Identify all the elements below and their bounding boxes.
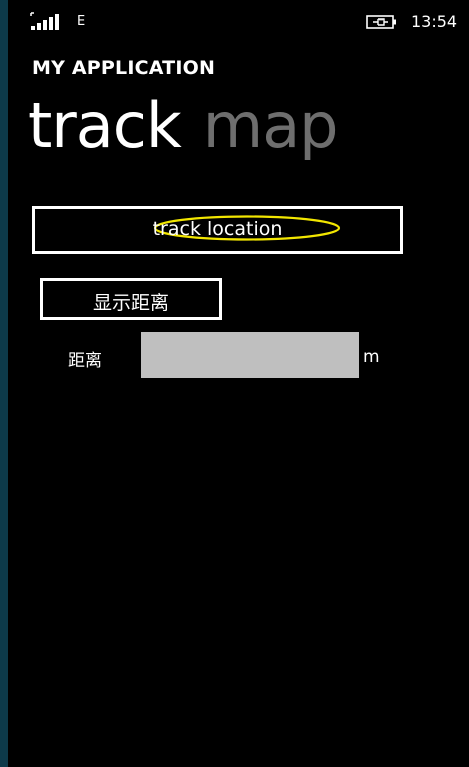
app-title: MY APPLICATION	[32, 57, 216, 79]
pivot-tab-map[interactable]: map	[203, 86, 339, 166]
pivot-tab-track[interactable]: track	[28, 86, 182, 166]
show-distance-button[interactable]: 显示距离	[40, 278, 222, 320]
show-distance-label: 显示距离	[92, 292, 169, 314]
phone-screen: E 13:54 MY APPLICATION track map track lo…	[8, 0, 469, 767]
distance-label: 距离	[68, 351, 102, 371]
track-location-label: track location	[152, 218, 283, 240]
signal-strength-icon	[30, 12, 62, 30]
network-type: E	[77, 14, 86, 29]
battery-charging-icon	[366, 14, 400, 29]
clock: 13:54	[411, 12, 458, 31]
track-location-button[interactable]: track location	[32, 206, 403, 254]
status-bar: E 13:54	[8, 0, 469, 44]
distance-unit: m	[363, 347, 380, 367]
pivot-header: track map	[28, 86, 339, 166]
distance-input[interactable]	[141, 332, 359, 378]
